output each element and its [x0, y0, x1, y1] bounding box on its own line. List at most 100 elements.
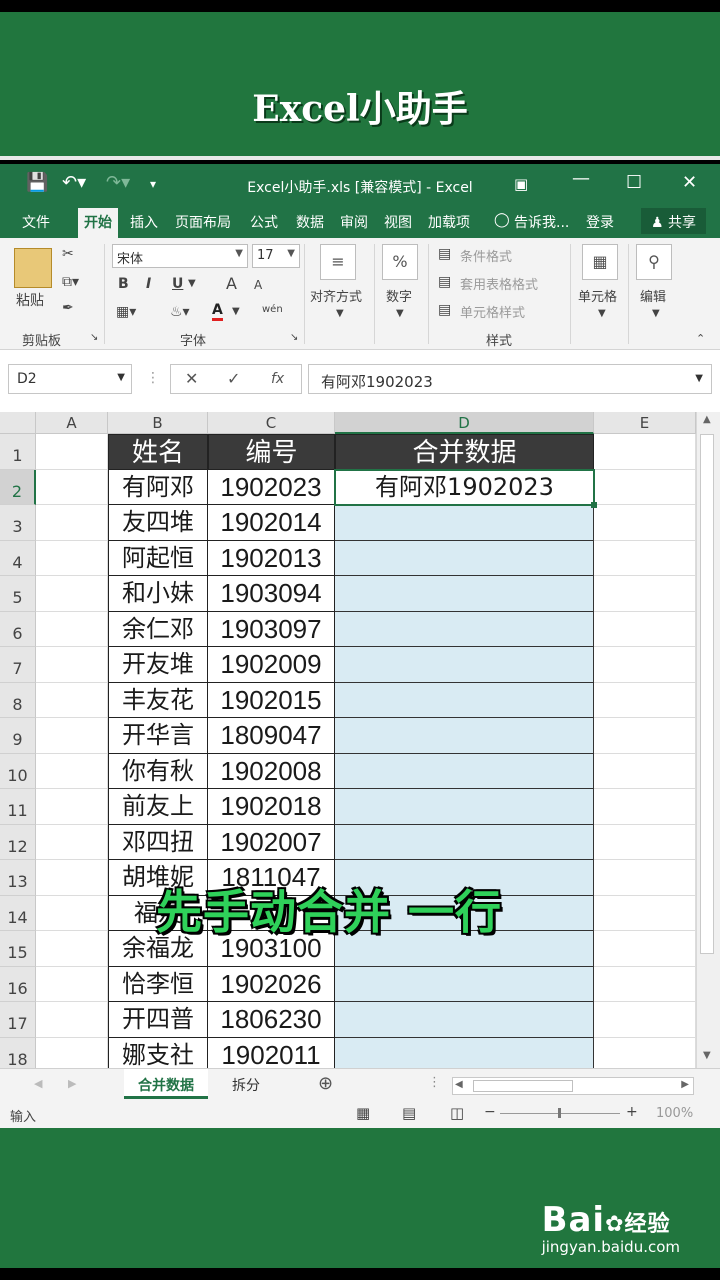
name-cell[interactable]: 开友堆 — [108, 647, 208, 683]
splitter-icon[interactable]: ⋮ — [428, 1075, 441, 1090]
phonetic-guide-button[interactable]: wén — [262, 304, 283, 315]
cell[interactable] — [36, 576, 108, 612]
code-cell[interactable]: 1903094 — [208, 576, 335, 612]
header-name[interactable]: 姓名 — [108, 434, 208, 470]
cell[interactable] — [594, 1037, 696, 1068]
cell-styles-button[interactable]: 单元格样式 — [460, 302, 525, 321]
column-header[interactable]: A — [36, 412, 108, 434]
row-header[interactable]: 8 — [0, 682, 36, 718]
code-cell[interactable]: 1902014 — [208, 505, 335, 541]
code-cell[interactable]: 1902018 — [208, 789, 335, 825]
merged-cell[interactable] — [335, 718, 594, 754]
page-break-view-icon[interactable]: ◫ — [450, 1104, 464, 1122]
cell[interactable] — [36, 1002, 108, 1038]
ribbon-display-icon[interactable]: ▣ — [514, 175, 528, 193]
cell[interactable] — [36, 789, 108, 825]
code-cell[interactable]: 1902011 — [208, 1037, 335, 1068]
minimize-icon[interactable]: — — [572, 168, 590, 189]
row-header[interactable]: 1 — [0, 434, 36, 470]
row-header[interactable]: 16 — [0, 966, 36, 1002]
row-header[interactable]: 10 — [0, 753, 36, 789]
font-size-select[interactable]: 17 ▼ — [252, 244, 300, 268]
horizontal-scrollbar[interactable]: ◀ ▶ — [452, 1077, 694, 1095]
normal-view-icon[interactable]: ▦ — [356, 1104, 370, 1122]
tab-addins[interactable]: 加载项 — [428, 212, 470, 232]
border-icon[interactable]: ▦▾ — [116, 304, 136, 320]
percent-icon[interactable]: % — [382, 244, 418, 280]
row-header[interactable]: 13 — [0, 860, 36, 896]
tell-me-search[interactable]: 告诉我... — [514, 212, 569, 232]
row-header[interactable]: 7 — [0, 647, 36, 683]
active-cell-d2[interactable]: 有阿邓1902023 — [334, 468, 595, 506]
format-painter-icon[interactable]: ✒ — [62, 300, 74, 316]
name-cell[interactable]: 阿起恒 — [108, 540, 208, 576]
scroll-up-icon[interactable]: ▲ — [703, 414, 711, 425]
code-cell[interactable]: 1806230 — [208, 1002, 335, 1038]
name-cell[interactable]: 娜支社 — [108, 1037, 208, 1068]
row-header[interactable]: 17 — [0, 1002, 36, 1038]
name-cell[interactable]: 前友上 — [108, 789, 208, 825]
tab-review[interactable]: 审阅 — [340, 212, 368, 232]
merged-cell[interactable] — [335, 505, 594, 541]
worksheet-grid[interactable]: A B C D E 1 姓名 编号 合并数据 2 有阿邓 1902023 3 友四堆 190201… — [0, 412, 720, 1068]
next-sheet-icon[interactable]: ▶ — [68, 1077, 76, 1090]
row-header[interactable]: 18 — [0, 1037, 36, 1068]
header-code[interactable]: 编号 — [208, 434, 335, 470]
tab-formulas[interactable]: 公式 — [250, 212, 278, 232]
name-cell[interactable]: 丰友花 — [108, 682, 208, 718]
bold-button[interactable]: B — [118, 276, 129, 292]
row-header[interactable]: 14 — [0, 895, 36, 931]
code-cell[interactable]: 1902007 — [208, 824, 335, 860]
name-cell[interactable]: 有阿邓 — [108, 469, 208, 505]
align-icon[interactable]: ≡ — [320, 244, 356, 280]
merged-cell[interactable] — [335, 647, 594, 683]
cell[interactable] — [594, 931, 696, 967]
cell[interactable] — [594, 611, 696, 647]
cell[interactable] — [36, 469, 108, 505]
scroll-down-icon[interactable]: ▼ — [703, 1050, 711, 1061]
share-button[interactable]: ♟ 共享 — [640, 208, 706, 234]
zoom-slider-handle[interactable] — [558, 1108, 561, 1118]
cell[interactable] — [36, 860, 108, 896]
cancel-icon[interactable]: ✕ — [185, 369, 198, 388]
row-header[interactable]: 12 — [0, 824, 36, 860]
paste-button[interactable]: 粘贴 — [16, 290, 44, 310]
cell[interactable] — [36, 966, 108, 1002]
code-cell[interactable]: 1809047 — [208, 718, 335, 754]
sign-in-link[interactable]: 登录 — [586, 212, 614, 232]
cell[interactable] — [594, 682, 696, 718]
name-cell[interactable]: 恰李恒 — [108, 966, 208, 1002]
font-name-select[interactable]: 宋体 ▼ — [112, 244, 248, 268]
enter-icon[interactable]: ✓ — [227, 369, 240, 388]
cell[interactable] — [36, 682, 108, 718]
merged-cell[interactable] — [335, 824, 594, 860]
scroll-left-icon[interactable]: ◀ — [455, 1079, 463, 1090]
row-header[interactable]: 3 — [0, 505, 36, 541]
row-header[interactable]: 6 — [0, 611, 36, 647]
cell[interactable] — [594, 647, 696, 683]
row-header[interactable]: 4 — [0, 540, 36, 576]
code-cell[interactable]: 1902026 — [208, 966, 335, 1002]
merged-cell[interactable] — [335, 611, 594, 647]
column-header[interactable]: B — [108, 412, 208, 434]
code-cell[interactable]: 1902013 — [208, 540, 335, 576]
grow-font-button[interactable]: A — [226, 274, 237, 293]
header-merged[interactable]: 合并数据 — [335, 434, 594, 470]
cell[interactable] — [594, 505, 696, 541]
horizontal-scroll-thumb[interactable] — [473, 1080, 573, 1092]
name-cell[interactable]: 邓四扭 — [108, 824, 208, 860]
column-header-selected[interactable]: D — [335, 412, 594, 434]
italic-button[interactable]: I — [146, 276, 151, 292]
cell[interactable] — [594, 895, 696, 931]
paste-icon[interactable] — [14, 248, 52, 288]
add-sheet-icon[interactable]: ⊕ — [318, 1073, 333, 1094]
font-color-button[interactable]: A — [212, 302, 223, 321]
vertical-scroll-thumb[interactable] — [700, 434, 714, 954]
chevron-down-icon[interactable]: ▼ — [188, 278, 196, 289]
formula-input[interactable]: 有阿邓1902023 ▼ — [308, 364, 712, 394]
number-button[interactable]: 数字 — [386, 286, 412, 305]
name-cell[interactable]: 余仁邓 — [108, 611, 208, 647]
tab-file[interactable]: 文件 — [22, 212, 50, 232]
editing-button[interactable]: 编辑 — [640, 286, 666, 305]
cells-icon[interactable]: ▦ — [582, 244, 618, 280]
